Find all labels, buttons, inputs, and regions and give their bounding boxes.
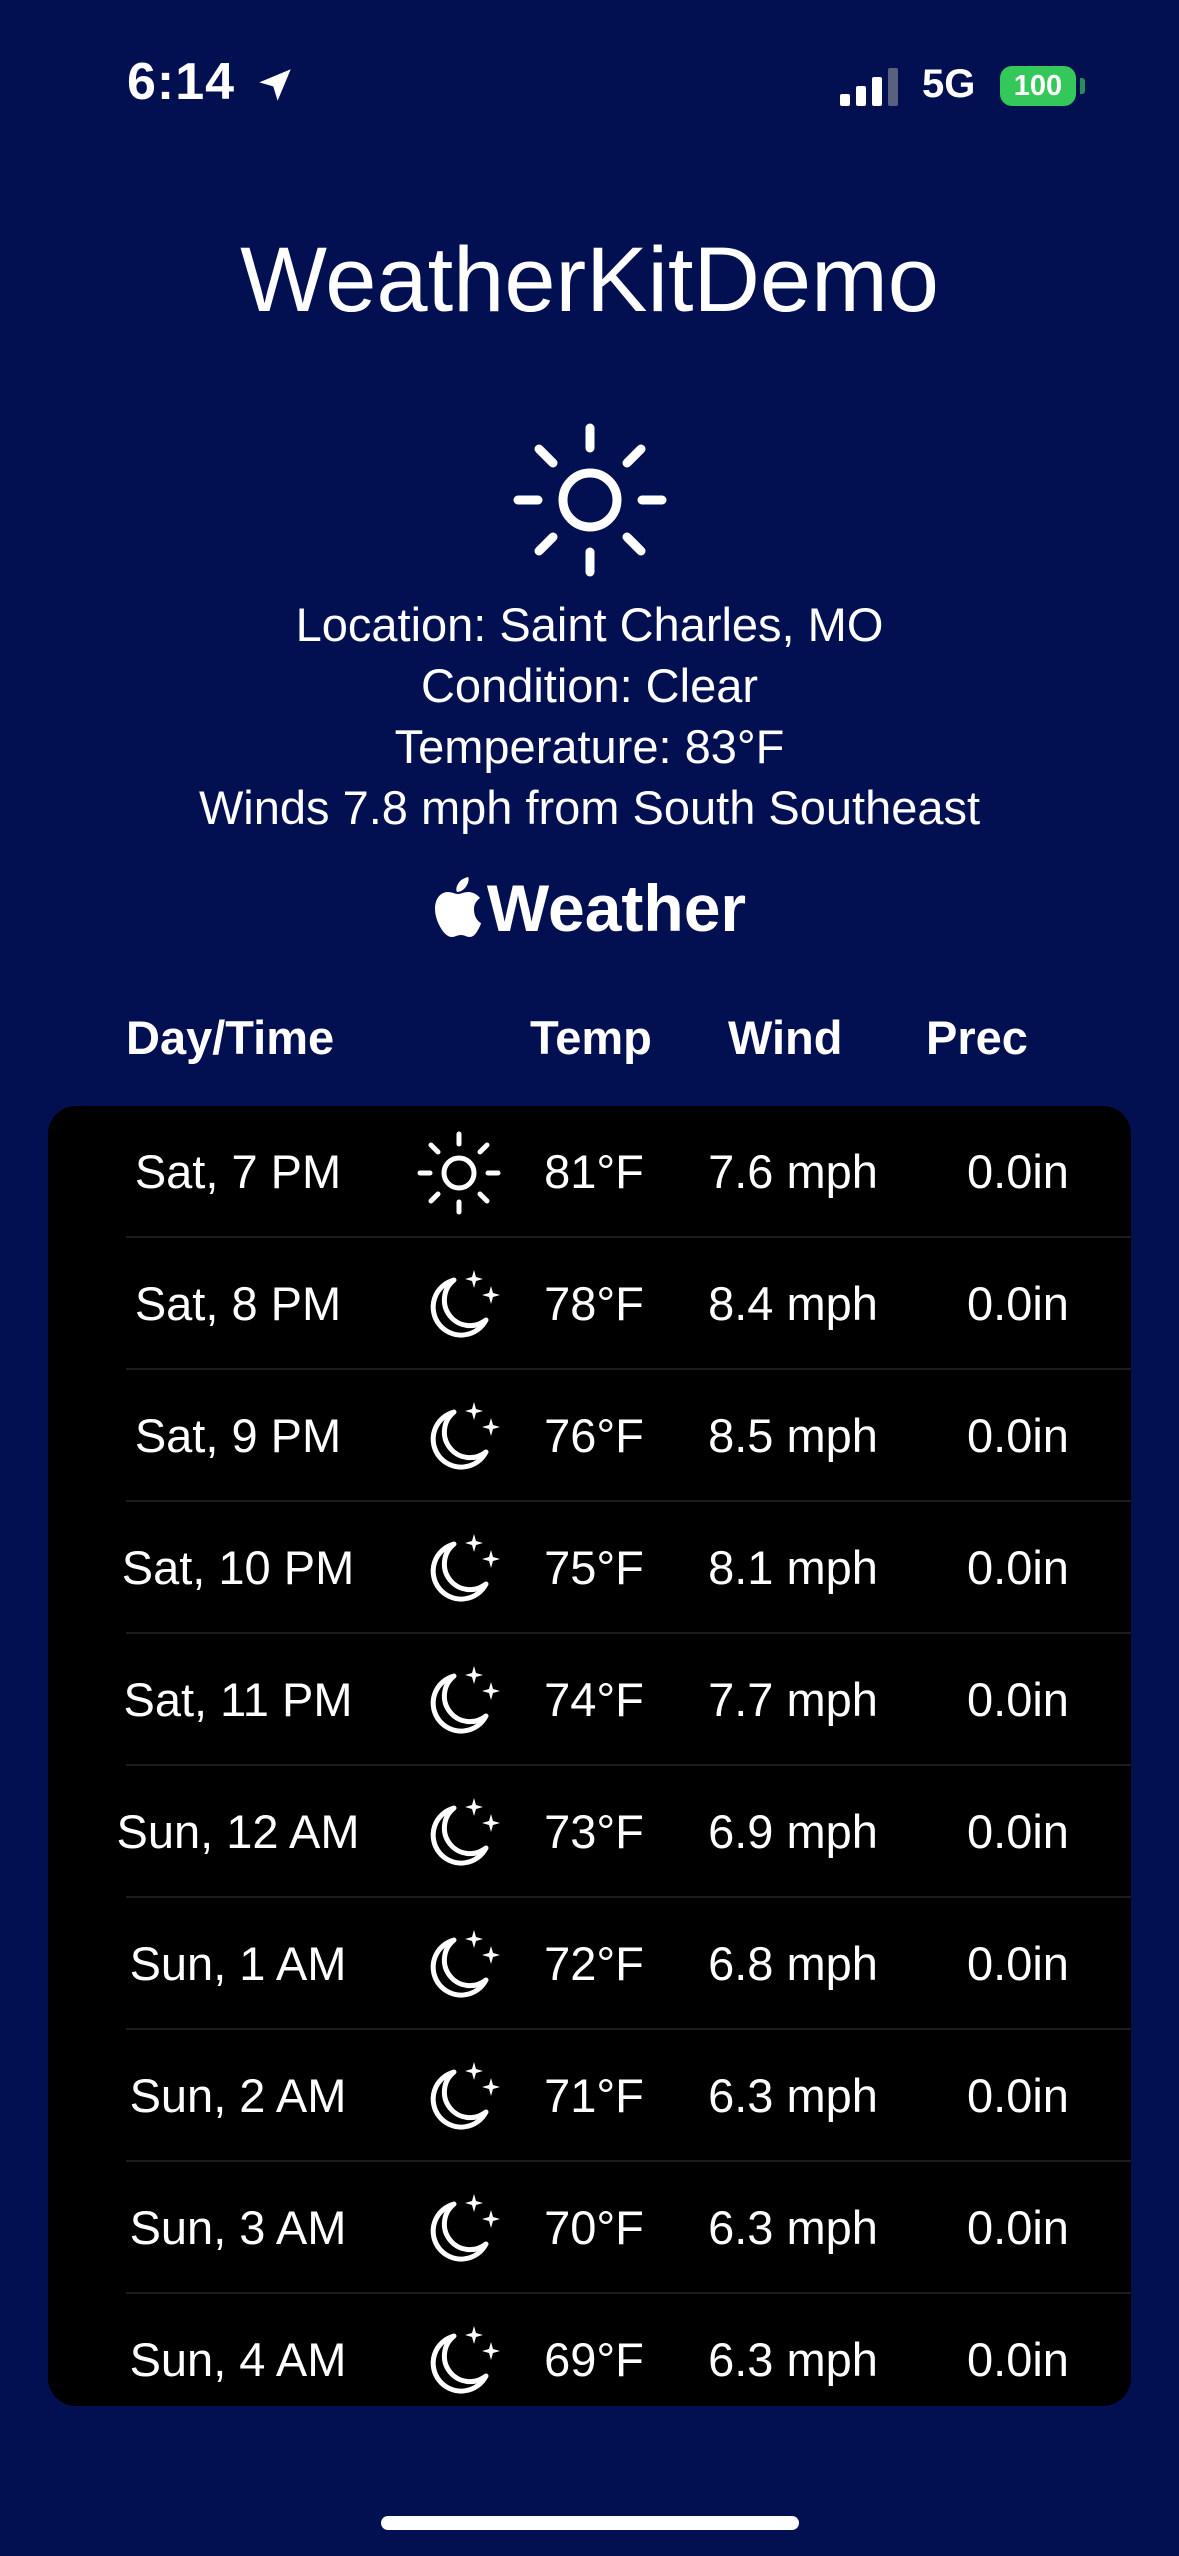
home-indicator[interactable] xyxy=(381,2516,799,2530)
sun-icon xyxy=(396,1106,506,1238)
row-day-time: Sun, 3 AM xyxy=(129,2201,347,2254)
battery-tip xyxy=(1080,78,1085,94)
app-title: WeatherKitDemo xyxy=(240,229,939,331)
weather-label: Weather xyxy=(486,871,747,945)
row-day-time: Sat, 11 PM xyxy=(123,1673,353,1726)
status-time: 6:14 xyxy=(127,53,236,111)
row-prec: 0.0in xyxy=(967,2069,1069,2122)
row-wind: 6.3 mph xyxy=(708,2069,878,2122)
row-wind: 8.1 mph xyxy=(708,1541,878,1594)
row-wind: 7.6 mph xyxy=(708,1145,878,1198)
row-temp: 70°F xyxy=(544,2201,644,2254)
row-prec: 0.0in xyxy=(967,1937,1069,1990)
sun-icon xyxy=(513,423,667,577)
temperature-text: Temperature: 83°F xyxy=(394,720,785,773)
row-prec: 0.0in xyxy=(967,1541,1069,1594)
row-prec: 0.0in xyxy=(967,2201,1069,2254)
row-temp: 75°F xyxy=(544,1541,644,1594)
row-wind: 8.5 mph xyxy=(708,1409,878,1462)
weather-attribution[interactable]: Weather xyxy=(0,870,1179,946)
header-day-time: Day/Time xyxy=(126,1011,335,1064)
row-day-time: Sun, 4 AM xyxy=(129,2333,347,2386)
moon-stars-icon xyxy=(396,2162,506,2294)
row-temp: 74°F xyxy=(544,1673,644,1726)
battery-indicator: 100 xyxy=(1000,66,1076,106)
moon-stars-icon xyxy=(396,1898,506,2030)
row-wind: 6.9 mph xyxy=(708,1805,878,1858)
location-text: Location: Saint Charles, MO xyxy=(295,598,884,651)
row-prec: 0.0in xyxy=(967,1805,1069,1858)
row-wind: 8.4 mph xyxy=(708,1277,878,1330)
row-prec: 0.0in xyxy=(967,1673,1069,1726)
row-wind: 6.3 mph xyxy=(708,2201,878,2254)
header-wind: Wind xyxy=(728,1011,843,1064)
moon-stars-icon xyxy=(396,1766,506,1898)
moon-stars-icon xyxy=(396,2030,506,2162)
location-arrow-icon xyxy=(259,69,291,101)
table-row: Sat, 9 PM 76°F 8.5 mph 0.0in xyxy=(48,1370,1131,1502)
row-prec: 0.0in xyxy=(967,2333,1069,2386)
table-row: Sun, 2 AM 71°F 6.3 mph 0.0in xyxy=(48,2030,1131,2162)
row-temp: 76°F xyxy=(544,1409,644,1462)
row-wind: 7.7 mph xyxy=(708,1673,878,1726)
row-temp: 78°F xyxy=(544,1277,644,1330)
moon-stars-icon xyxy=(396,1502,506,1634)
row-temp: 73°F xyxy=(544,1805,644,1858)
row-day-time: Sat, 9 PM xyxy=(134,1409,342,1462)
table-row: Sun, 4 AM 69°F 6.3 mph 0.0in xyxy=(48,2294,1131,2406)
table-row: Sat, 8 PM 78°F 8.4 mph 0.0in xyxy=(48,1238,1131,1370)
row-day-time: Sat, 8 PM xyxy=(134,1277,342,1330)
cellular-signal-icon xyxy=(840,68,898,106)
condition-text: Condition: Clear xyxy=(420,659,758,712)
moon-stars-icon xyxy=(396,1238,506,1370)
hourly-forecast-list[interactable]: Sat, 7 PM 81°F 7.6 mph 0.0in Sat, 8 PM 7… xyxy=(48,1106,1131,2406)
row-day-time: Sat, 10 PM xyxy=(121,1541,355,1594)
table-row: Sun, 12 AM 73°F 6.9 mph 0.0in xyxy=(48,1766,1131,1898)
table-row: Sat, 10 PM 75°F 8.1 mph 0.0in xyxy=(48,1502,1131,1634)
apple-logo-icon xyxy=(434,877,481,937)
row-day-time: Sat, 7 PM xyxy=(134,1145,342,1198)
moon-stars-icon xyxy=(396,2294,506,2406)
header-temp: Temp xyxy=(530,1011,652,1064)
table-row: Sat, 7 PM 81°F 7.6 mph 0.0in xyxy=(48,1106,1131,1238)
status-bar: 6:14 5G 100 xyxy=(0,0,1179,170)
current-conditions: Location: Saint Charles, MO Condition: C… xyxy=(0,594,1179,838)
moon-stars-icon xyxy=(396,1634,506,1766)
row-temp: 71°F xyxy=(544,2069,644,2122)
moon-stars-icon xyxy=(396,1370,506,1502)
row-wind: 6.8 mph xyxy=(708,1937,878,1990)
row-wind: 6.3 mph xyxy=(708,2333,878,2386)
network-type: 5G xyxy=(922,62,976,106)
row-day-time: Sun, 12 AM xyxy=(116,1805,360,1858)
row-temp: 69°F xyxy=(544,2333,644,2386)
row-day-time: Sun, 1 AM xyxy=(129,1937,347,1990)
header-prec: Prec xyxy=(926,1011,1028,1064)
table-header: Day/Time Temp Wind Prec xyxy=(0,1010,1179,1070)
row-day-time: Sun, 2 AM xyxy=(129,2069,347,2122)
row-prec: 0.0in xyxy=(967,1409,1069,1462)
row-prec: 0.0in xyxy=(967,1145,1069,1198)
winds-text: Winds 7.8 mph from South Southeast xyxy=(198,781,981,834)
row-prec: 0.0in xyxy=(967,1277,1069,1330)
table-row: Sun, 1 AM 72°F 6.8 mph 0.0in xyxy=(48,1898,1131,2030)
table-row: Sun, 3 AM 70°F 6.3 mph 0.0in xyxy=(48,2162,1131,2294)
table-row: Sat, 11 PM 74°F 7.7 mph 0.0in xyxy=(48,1634,1131,1766)
row-temp: 81°F xyxy=(544,1145,644,1198)
row-temp: 72°F xyxy=(544,1937,644,1990)
